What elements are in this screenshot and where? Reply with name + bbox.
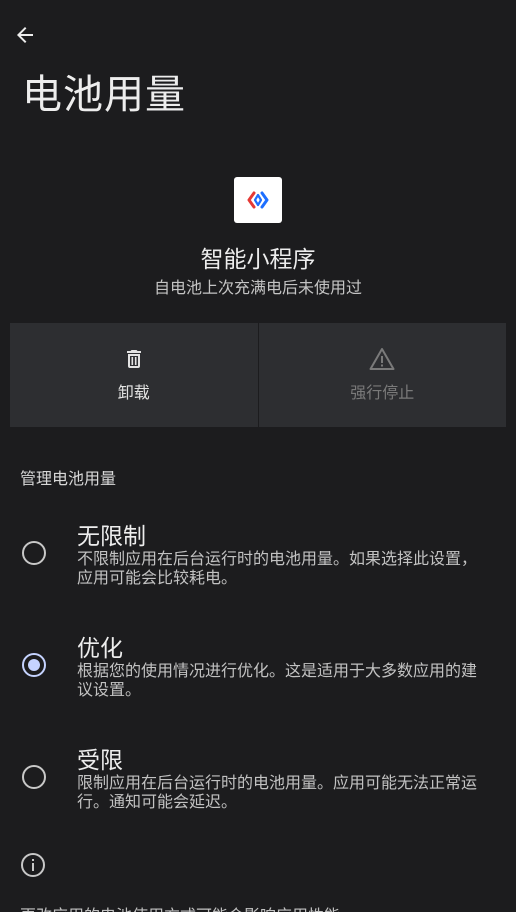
option-unrestricted[interactable]: 无限制 不限制应用在后台运行时的电池用量。如果选择此设置，应用可能会比较耗电。 bbox=[0, 515, 516, 595]
force-stop-button[interactable]: 强行停止 bbox=[257, 323, 506, 427]
footer-note: 更改应用的电池使用方式可能会影响应用性能。 bbox=[20, 902, 356, 912]
uninstall-label: 卸载 bbox=[117, 383, 150, 402]
radio-unrestricted[interactable] bbox=[22, 541, 46, 565]
app-name: 智能小程序 bbox=[200, 247, 316, 273]
option-description: 限制应用在后台运行时的电池用量。应用可能无法正常运行。通知可能会延迟。 bbox=[77, 773, 478, 811]
back-button[interactable] bbox=[10, 20, 40, 50]
arrow-left-icon bbox=[17, 27, 33, 43]
option-restricted[interactable]: 受限 限制应用在后台运行时的电池用量。应用可能无法正常运行。通知可能会延迟。 bbox=[0, 739, 516, 819]
option-optimized[interactable]: 优化 根据您的使用情况进行优化。这是适用于大多数应用的建议设置。 bbox=[0, 627, 516, 707]
page-title: 电池用量 bbox=[22, 72, 186, 118]
info-icon bbox=[21, 853, 45, 877]
option-title: 受限 bbox=[77, 748, 123, 774]
option-description: 不限制应用在后台运行时的电池用量。如果选择此设置，应用可能会比较耗电。 bbox=[77, 549, 478, 587]
option-title: 无限制 bbox=[77, 524, 146, 550]
option-description: 根据您的使用情况进行优化。这是适用于大多数应用的建议设置。 bbox=[77, 661, 478, 699]
force-stop-label: 强行停止 bbox=[350, 383, 415, 402]
warning-icon bbox=[369, 348, 395, 370]
radio-optimized[interactable] bbox=[22, 653, 46, 677]
radio-restricted[interactable] bbox=[22, 765, 46, 789]
mini-program-logo-icon bbox=[247, 191, 269, 209]
app-icon bbox=[234, 177, 282, 223]
trash-icon bbox=[126, 350, 141, 368]
app-actions: 卸载 强行停止 bbox=[10, 323, 506, 427]
app-usage-summary: 自电池上次充满电后未使用过 bbox=[153, 278, 362, 297]
section-header: 管理电池用量 bbox=[20, 469, 117, 488]
uninstall-button[interactable]: 卸载 bbox=[10, 323, 258, 427]
option-title: 优化 bbox=[77, 636, 123, 662]
